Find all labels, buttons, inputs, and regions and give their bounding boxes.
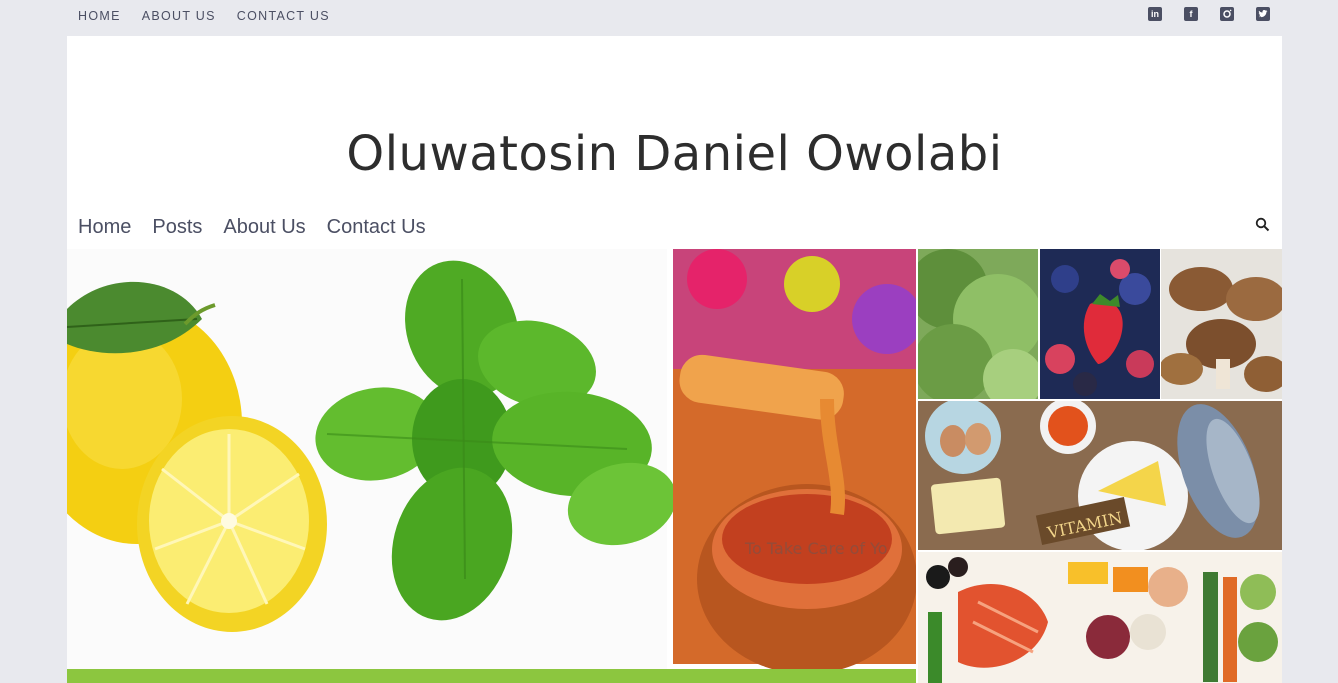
hero-banner[interactable]: To Take Care of Yo VITAMIN bbox=[67, 249, 1282, 683]
image-watermark: To Take Care of Yo bbox=[745, 539, 888, 558]
linkedin-icon[interactable]: in bbox=[1148, 7, 1162, 21]
top-nav-contact-us[interactable]: CONTACT US bbox=[237, 9, 330, 23]
thumbnail-vitamin-foods[interactable]: VITAMIN bbox=[918, 401, 1282, 550]
facebook-icon[interactable]: f bbox=[1184, 7, 1198, 21]
top-navigation: HOME ABOUT US CONTACT US bbox=[78, 9, 351, 23]
site-title[interactable]: Oluwatosin Daniel Owolabi bbox=[67, 126, 1282, 182]
twitter-icon[interactable] bbox=[1256, 7, 1270, 21]
top-nav-home[interactable]: HOME bbox=[78, 9, 121, 23]
search-icon[interactable] bbox=[1254, 216, 1272, 234]
thumbnail-kale[interactable] bbox=[918, 249, 1038, 399]
top-nav-about-us[interactable]: ABOUT US bbox=[142, 9, 216, 23]
site-card: Oluwatosin Daniel Owolabi Home Posts Abo… bbox=[67, 36, 1282, 683]
thumbnail-mushrooms[interactable] bbox=[1161, 249, 1282, 399]
main-nav-home[interactable]: Home bbox=[78, 216, 131, 239]
instagram-icon[interactable] bbox=[1220, 7, 1234, 21]
main-nav-contact-us[interactable]: Contact Us bbox=[327, 216, 426, 239]
top-bar: HOME ABOUT US CONTACT US in f bbox=[0, 0, 1338, 36]
social-links: in f bbox=[1148, 7, 1270, 21]
main-nav-posts[interactable]: Posts bbox=[152, 216, 202, 239]
thumbnail-healthy-foods[interactable] bbox=[918, 552, 1282, 683]
featured-image-home-remedies[interactable]: To Take Care of Yo bbox=[67, 249, 916, 683]
main-navigation: Home Posts About Us Contact Us bbox=[78, 216, 447, 239]
main-nav-about-us[interactable]: About Us bbox=[223, 216, 305, 239]
thumbnail-berries[interactable] bbox=[1040, 249, 1160, 399]
